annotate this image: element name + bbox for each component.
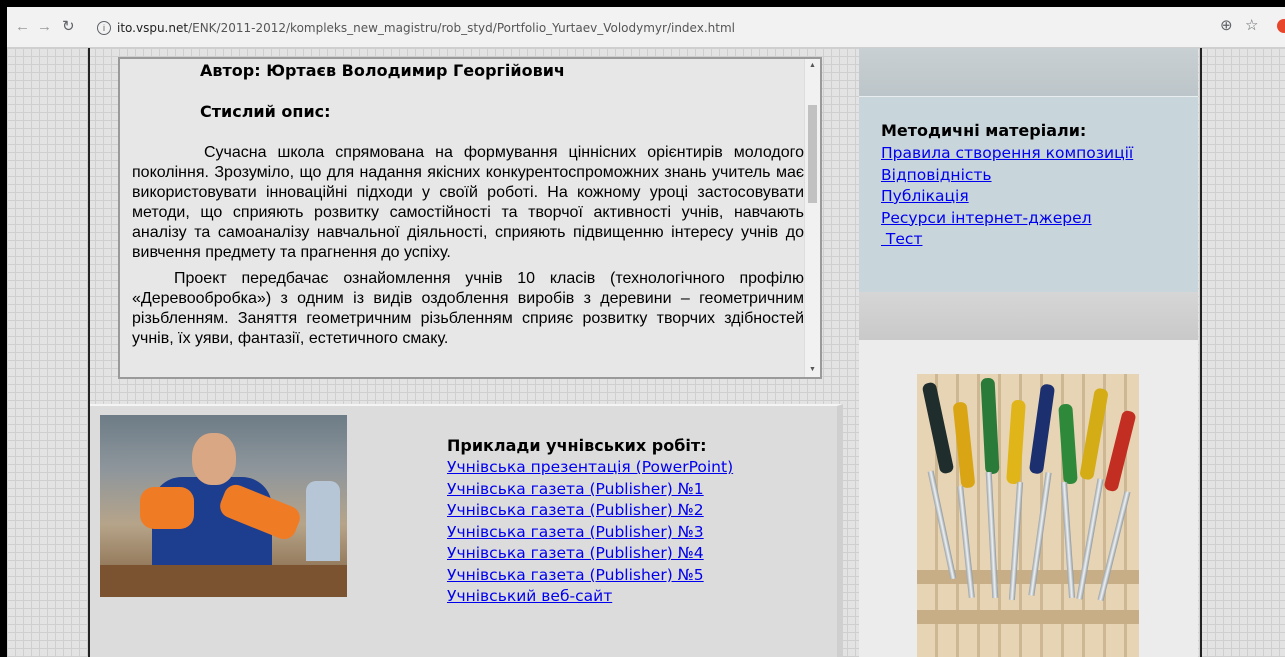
back-arrow-icon[interactable]: ←: [15, 17, 30, 37]
link-test[interactable]: Тест: [881, 229, 1133, 251]
url-host: ito.vspu.net: [117, 21, 189, 35]
link-internet-resources[interactable]: Ресурси інтернет-джерел: [881, 208, 1133, 230]
chisels-photo: [917, 374, 1139, 657]
description-paragraph: Проект передбачає ознайомлення учнів 10 …: [132, 270, 804, 347]
link-student-newspaper-5[interactable]: Учнівська газета (Publisher) №5: [447, 565, 733, 587]
description-content: Автор: Юртаєв Володимир Георгійович Стис…: [132, 59, 804, 377]
star-icon[interactable]: ☆: [1245, 16, 1258, 36]
examples-title: Приклади учнівських робіт:: [447, 436, 707, 455]
info-icon[interactable]: i: [97, 21, 111, 35]
examples-list: Приклади учнівських робіт: Учнівська пре…: [447, 436, 733, 608]
link-student-newspaper-4[interactable]: Учнівська газета (Publisher) №4: [447, 543, 733, 565]
description-heading: Стислий опис:: [200, 102, 331, 121]
page-container: Автор: Юртаєв Володимир Георгійович Стис…: [88, 48, 1202, 657]
methods-list: Методичні матеріали: Правила створення к…: [881, 121, 1133, 251]
link-student-newspaper-2[interactable]: Учнівська газета (Publisher) №2: [447, 500, 733, 522]
sidebar-band: [859, 48, 1198, 96]
methods-panel: Методичні матеріали: Правила створення к…: [859, 96, 1198, 293]
link-publication[interactable]: Публікація: [881, 186, 1133, 208]
description-box[interactable]: Автор: Юртаєв Володимир Георгійович Стис…: [118, 57, 822, 379]
extension-icon[interactable]: [1277, 19, 1285, 33]
forward-arrow-icon[interactable]: →: [37, 17, 52, 37]
author-heading: Автор: Юртаєв Володимир Георгійович: [200, 61, 565, 80]
link-student-website[interactable]: Учнівський веб-сайт: [447, 586, 733, 608]
zoom-icon[interactable]: ⊕: [1220, 16, 1233, 36]
scrollbar-thumb[interactable]: [808, 105, 817, 203]
sidebar-image-panel: [859, 340, 1198, 657]
description-paragraph: Сучасна школа спрямована на формування ц…: [132, 144, 804, 261]
sidebar-band: [859, 292, 1198, 340]
link-correspondence[interactable]: Відповідність: [881, 165, 1133, 187]
reload-icon[interactable]: ↻: [62, 17, 75, 37]
link-student-newspaper-3[interactable]: Учнівська газета (Publisher) №3: [447, 522, 733, 544]
browser-toolbar: ← → ↻ i ito.vspu.net/ENK/2011-2012/kompl…: [7, 7, 1285, 48]
url-path: /ENK/2011-2012/kompleks_new_magistru/rob…: [188, 21, 735, 35]
link-student-newspaper-1[interactable]: Учнівська газета (Publisher) №1: [447, 479, 733, 501]
description-scrollbar[interactable]: ▲ ▼: [804, 59, 820, 377]
link-composition-rules[interactable]: Правила створення композиції: [881, 143, 1133, 165]
examples-panel: Приклади учнівських робіт: Учнівська пре…: [90, 404, 843, 657]
link-student-presentation[interactable]: Учнівська презентація (PowerPoint): [447, 457, 733, 479]
address-bar[interactable]: i ito.vspu.net/ENK/2011-2012/kompleks_ne…: [97, 16, 1207, 40]
page-viewport: Автор: Юртаєв Володимир Георгійович Стис…: [7, 48, 1285, 657]
methods-title: Методичні матеріали:: [881, 121, 1087, 140]
scroll-down-icon[interactable]: ▼: [805, 363, 820, 377]
student-working-photo: [100, 415, 347, 597]
right-sidebar: Методичні матеріали: Правила створення к…: [859, 48, 1198, 657]
scroll-up-icon[interactable]: ▲: [805, 59, 820, 73]
